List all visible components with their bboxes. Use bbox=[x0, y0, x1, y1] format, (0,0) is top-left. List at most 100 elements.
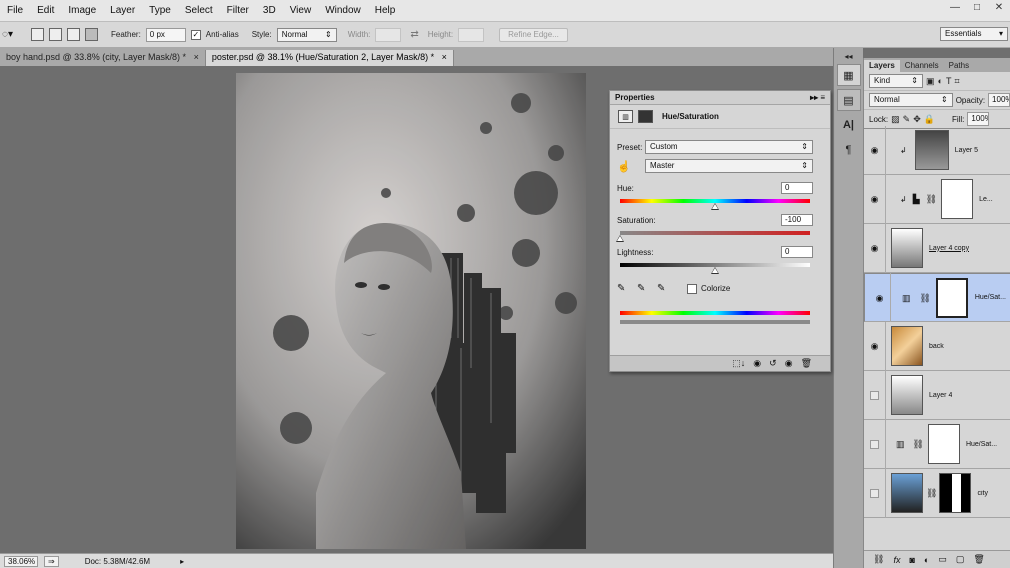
pixel-filter-icon[interactable]: ▣ bbox=[926, 76, 935, 87]
layer-row[interactable]: Layer 4 bbox=[864, 370, 1010, 420]
menu-filter[interactable]: Filter bbox=[220, 5, 256, 16]
layer-row-selected[interactable]: ◉ ▥ ⛓ Hue/Sat... bbox=[864, 273, 1010, 322]
opacity-input[interactable]: 100% bbox=[988, 93, 1010, 107]
zoom-field[interactable]: 38.06% bbox=[4, 555, 38, 567]
menu-window[interactable]: Window bbox=[318, 5, 368, 16]
menu-file[interactable]: File bbox=[0, 5, 30, 16]
width-input[interactable] bbox=[375, 27, 402, 42]
fx-icon[interactable]: fx bbox=[893, 555, 900, 565]
menu-select[interactable]: Select bbox=[178, 5, 220, 16]
layer-row[interactable]: ◉ Layer 4 copy bbox=[864, 223, 1010, 273]
type-filter-icon[interactable]: T bbox=[946, 76, 952, 86]
antialias-checkbox[interactable]: ✓ bbox=[190, 29, 201, 40]
lock-pixels-icon[interactable]: ✎ bbox=[903, 114, 911, 125]
style-select[interactable]: Normal ⇕ bbox=[276, 27, 337, 42]
visibility-icon[interactable]: ◉ bbox=[785, 358, 793, 369]
colorize-checkbox[interactable] bbox=[687, 283, 697, 294]
feather-input[interactable]: 0 px bbox=[145, 27, 186, 42]
eye-icon[interactable]: ◉ bbox=[864, 321, 886, 371]
layer-row[interactable]: ◉ ↲ ▙ ⛓ Le... bbox=[864, 174, 1010, 224]
minimize-button[interactable]: — bbox=[944, 0, 966, 14]
paragraph-icon[interactable]: ¶ bbox=[837, 139, 861, 161]
status-menu-arrow-icon[interactable]: ▸ bbox=[180, 557, 184, 566]
blend-mode-select[interactable]: Normal ⇕ bbox=[869, 93, 953, 107]
shape-filter-icon[interactable]: ⌗ bbox=[954, 76, 959, 87]
new-adjustment-icon[interactable]: ◐ bbox=[924, 555, 929, 565]
saturation-input[interactable]: -100 bbox=[781, 214, 813, 226]
tab-boy-hand[interactable]: boy hand.psd @ 33.8% (city, Layer Mask/8… bbox=[0, 50, 206, 66]
lightness-input[interactable]: 0 bbox=[781, 246, 813, 258]
lightness-slider-thumb[interactable] bbox=[711, 267, 719, 274]
link-layers-icon[interactable]: ⛓ bbox=[873, 554, 884, 565]
chain-icon: ⛓ bbox=[926, 487, 938, 498]
hue-input[interactable]: 0 bbox=[781, 182, 813, 194]
workspace-select[interactable]: Essentials ▾ bbox=[940, 27, 1008, 41]
delete-icon[interactable]: 🗑 bbox=[801, 358, 812, 369]
targeted-adjust-icon[interactable]: ☝ bbox=[617, 160, 645, 173]
layer-row[interactable]: ▥ ⛓ Hue/Sat... bbox=[864, 419, 1010, 469]
layer-row[interactable]: ⛓ city bbox=[864, 468, 1010, 518]
tab-paths[interactable]: Paths bbox=[944, 60, 974, 72]
eye-icon[interactable]: ◉ bbox=[864, 223, 886, 273]
character-icon[interactable]: A| bbox=[837, 114, 861, 136]
adjustment-filter-icon[interactable]: ◐ bbox=[938, 76, 943, 86]
new-group-icon[interactable]: ▭ bbox=[938, 554, 947, 565]
menu-edit[interactable]: Edit bbox=[30, 5, 61, 16]
menu-image[interactable]: Image bbox=[61, 5, 103, 16]
lock-position-icon[interactable]: ✥ bbox=[913, 114, 921, 125]
clip-to-layer-icon[interactable]: ⬚↓ bbox=[732, 358, 745, 369]
history-icon[interactable]: ▦ bbox=[836, 64, 861, 86]
lock-transparency-icon[interactable]: ▨ bbox=[891, 114, 900, 125]
menu-view[interactable]: View bbox=[283, 5, 319, 16]
eye-icon[interactable]: ◉ bbox=[864, 174, 886, 224]
eye-hidden-icon[interactable] bbox=[864, 468, 886, 518]
new-layer-icon[interactable]: ▢ bbox=[956, 554, 965, 565]
fill-input[interactable]: 100% bbox=[967, 112, 990, 126]
channel-select[interactable]: Master ⇕ bbox=[645, 159, 813, 173]
tab-channels[interactable]: Channels bbox=[900, 60, 944, 72]
intersect-selection-icon[interactable] bbox=[85, 28, 98, 41]
eye-icon[interactable]: ◉ bbox=[869, 273, 891, 322]
height-input[interactable] bbox=[458, 27, 485, 42]
add-selection-icon[interactable] bbox=[49, 28, 62, 41]
adjustment-type-icon[interactable]: ▥ bbox=[618, 110, 633, 123]
close-tab-icon[interactable]: × bbox=[442, 52, 447, 62]
close-window-button[interactable]: ✕ bbox=[988, 0, 1010, 14]
eye-hidden-icon[interactable] bbox=[864, 419, 886, 469]
layer-row[interactable]: ◉ back bbox=[864, 321, 1010, 371]
tab-poster[interactable]: poster.psd @ 38.1% (Hue/Saturation 2, La… bbox=[205, 50, 454, 66]
view-previous-icon[interactable]: ◉ bbox=[753, 358, 761, 369]
add-mask-icon[interactable]: ◙ bbox=[909, 555, 914, 565]
menu-help[interactable]: Help bbox=[368, 5, 403, 16]
new-selection-icon[interactable] bbox=[31, 28, 44, 41]
menu-3d[interactable]: 3D bbox=[256, 5, 283, 16]
kind-select[interactable]: Kind ⇕ bbox=[869, 74, 923, 88]
menu-layer[interactable]: Layer bbox=[103, 5, 142, 16]
saturation-slider-thumb[interactable] bbox=[616, 235, 624, 242]
tab-layers[interactable]: Layers bbox=[864, 60, 900, 72]
hue-slider-thumb[interactable] bbox=[711, 203, 719, 210]
menu-type[interactable]: Type bbox=[142, 5, 178, 16]
eyedropper-icon[interactable]: ✎ bbox=[617, 283, 637, 294]
reset-icon[interactable]: ↺ bbox=[769, 358, 777, 369]
subtract-selection-icon[interactable] bbox=[67, 28, 80, 41]
collapse-icon[interactable]: ◂◂ bbox=[837, 51, 861, 61]
eyedropper-plus-icon[interactable]: ✎ bbox=[637, 283, 657, 294]
eyedropper-minus-icon[interactable]: ✎ bbox=[657, 283, 687, 294]
mask-icon[interactable] bbox=[638, 110, 653, 123]
refine-edge-button[interactable]: Refine Edge... bbox=[499, 27, 568, 42]
marquee-tool-icon[interactable]: ◌▾ bbox=[2, 29, 16, 40]
adjustments-icon[interactable]: ▤ bbox=[836, 89, 861, 111]
close-tab-icon[interactable]: × bbox=[194, 52, 199, 62]
document-canvas[interactable] bbox=[236, 73, 586, 549]
share-icon[interactable]: ⇒ bbox=[44, 555, 59, 567]
panel-menu-icon[interactable]: ▸▸ ≡ bbox=[810, 93, 825, 102]
eye-icon[interactable]: ◉ bbox=[864, 125, 886, 175]
layer-row[interactable]: ◉ ↲ Layer 5 bbox=[864, 125, 1010, 175]
delete-layer-icon[interactable]: 🗑 bbox=[973, 554, 984, 565]
swap-icon[interactable]: ⇄ bbox=[410, 29, 418, 40]
lock-all-icon[interactable]: 🔒 bbox=[924, 114, 935, 125]
eye-hidden-icon[interactable] bbox=[864, 370, 886, 420]
preset-select[interactable]: Custom ⇕ bbox=[645, 140, 813, 154]
maximize-button[interactable]: □ bbox=[966, 0, 988, 14]
